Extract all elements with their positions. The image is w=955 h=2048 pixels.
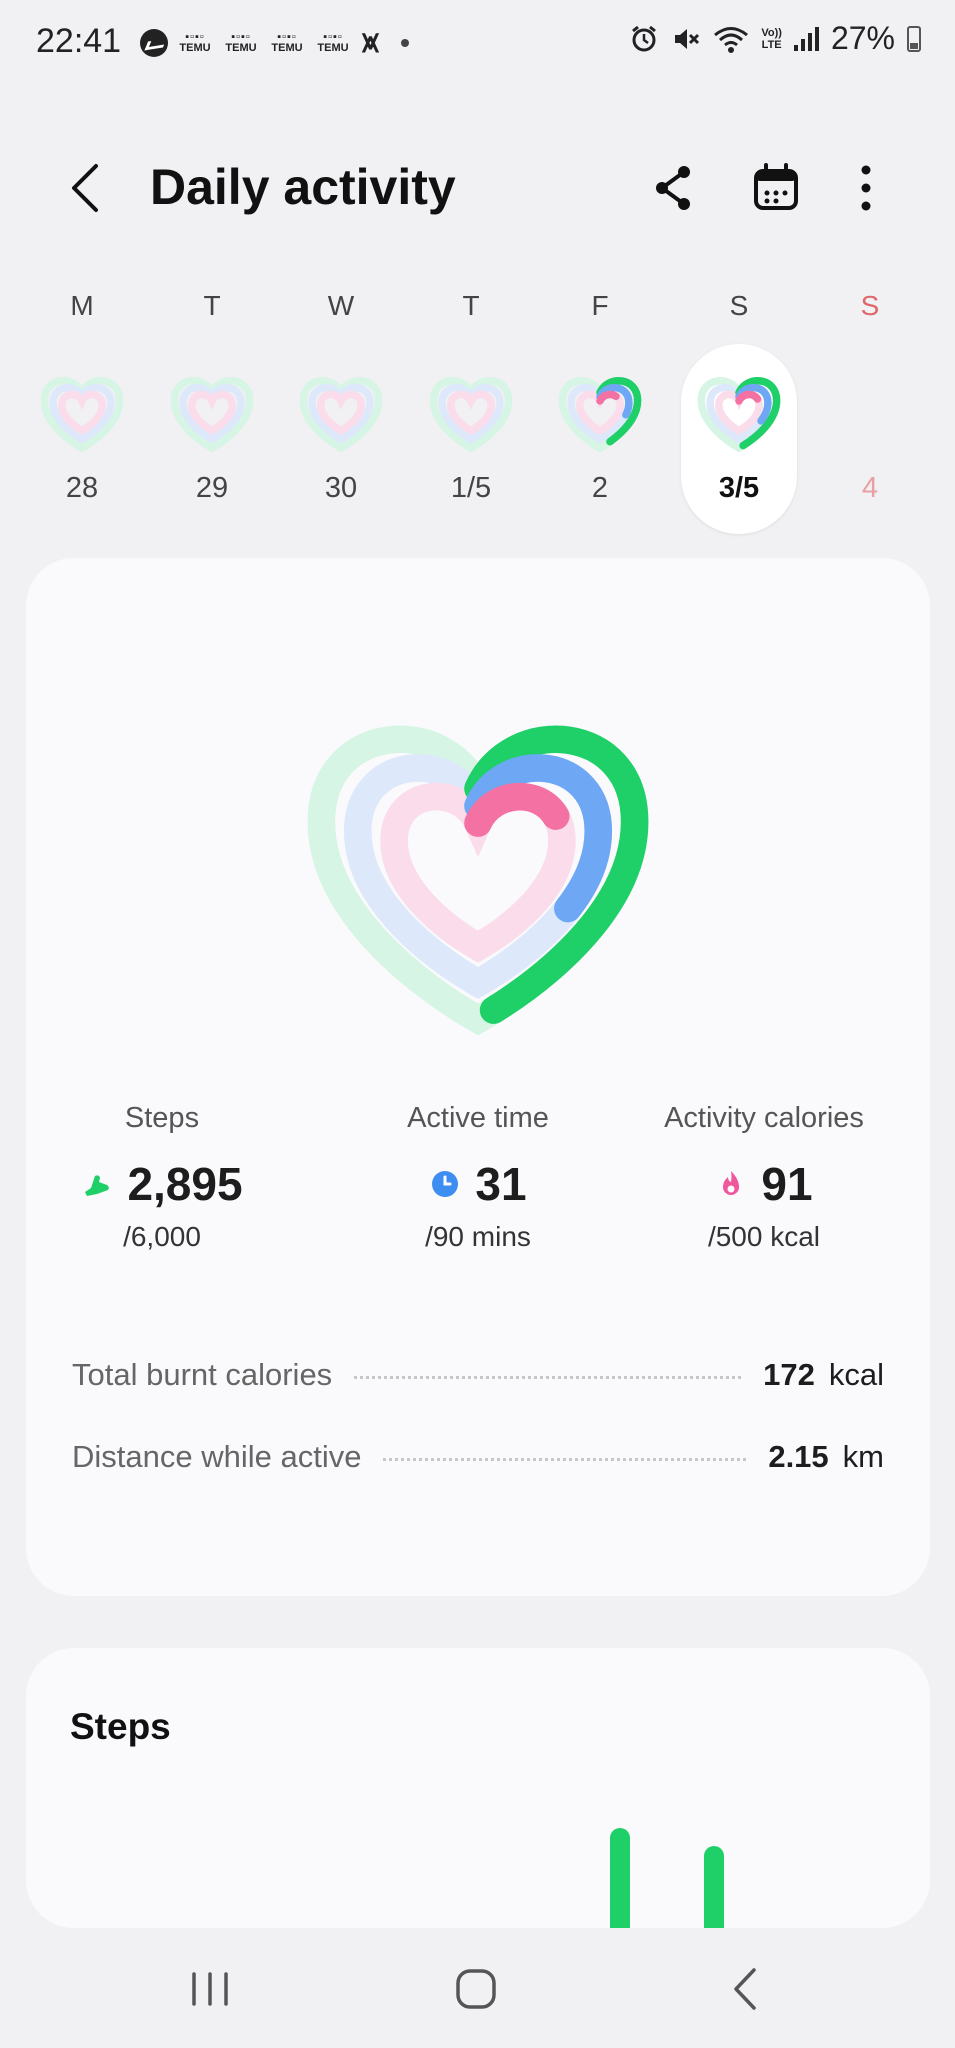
week-selector: M 28 T 29 W 30 T 1/5 F 2 S 3/5 S 4 bbox=[24, 282, 932, 542]
day-letter: T bbox=[203, 290, 221, 321]
day-thu[interactable]: T 1/5 bbox=[413, 282, 529, 534]
day-sun[interactable]: S 4 bbox=[812, 282, 928, 534]
activity-calories-label: Activity calories bbox=[664, 1102, 864, 1134]
distance-row: Distance while active 2.15 km bbox=[72, 1432, 884, 1482]
dotted-leader bbox=[383, 1457, 747, 1461]
app-header: Daily activity bbox=[0, 140, 955, 236]
total-burnt-calories-label: Total burnt calories bbox=[72, 1357, 333, 1392]
more-notifications-dot bbox=[400, 39, 409, 47]
temu-icon: ▪▫▪▫ TEMU bbox=[271, 31, 303, 54]
day-date: 3/5 bbox=[718, 472, 760, 504]
mute-icon bbox=[675, 28, 700, 49]
day-date: 4 bbox=[861, 472, 879, 504]
back-nav-icon[interactable] bbox=[716, 1964, 776, 2014]
active-time-goal: /90 mins bbox=[425, 1221, 531, 1252]
day-mon[interactable]: M 28 bbox=[24, 282, 140, 534]
steps-card-title: Steps bbox=[70, 1706, 171, 1747]
messenger-icon bbox=[140, 29, 168, 57]
mini-heart-icon bbox=[40, 377, 124, 452]
calendar-icon[interactable] bbox=[748, 160, 804, 216]
system-status-icons: Vo)) LTE 27% bbox=[629, 20, 921, 57]
battery-percent: 27% bbox=[830, 20, 895, 56]
steps-goal: /6,000 bbox=[123, 1221, 201, 1252]
active-time-value: 31 bbox=[475, 1158, 527, 1210]
dotted-leader bbox=[354, 1375, 742, 1379]
temu-icon: ▪▫▪▫ TEMU bbox=[317, 31, 349, 54]
page-title: Daily activity bbox=[150, 159, 456, 215]
day-letter: S bbox=[729, 290, 749, 321]
capcut-icon: ⩙ bbox=[362, 26, 379, 59]
activity-calories-value: 91 bbox=[761, 1158, 813, 1210]
steps-label: Steps bbox=[124, 1102, 200, 1134]
volte-icon: Vo)) LTE bbox=[761, 26, 782, 51]
total-burnt-calories-row: Total burnt calories 172 kcal bbox=[72, 1350, 884, 1400]
mini-heart-icon bbox=[299, 377, 383, 452]
steps-metric[interactable]: Steps 2,895 /6,000 bbox=[32, 1102, 292, 1253]
flame-icon bbox=[723, 1171, 740, 1195]
active-time-metric[interactable]: Active time 31 /90 mins bbox=[348, 1102, 608, 1253]
notification-icons: ▪▫▪▫ TEMU ▪▫▪▫ TEMU ▪▫▪▫ TEMU ▪▫▪▫ TEMU ⩙ bbox=[140, 26, 409, 60]
day-letter: F bbox=[591, 290, 609, 321]
status-time: 22:41 bbox=[36, 22, 122, 60]
steps-bar bbox=[610, 1828, 630, 1928]
day-letter: S bbox=[860, 290, 880, 321]
total-burnt-calories-unit: kcal bbox=[828, 1357, 884, 1392]
temu-icon: ▪▫▪▫ TEMU bbox=[225, 31, 257, 54]
activity-summary-card[interactable]: Steps 2,895 /6,000 Active time 31 /90 mi… bbox=[26, 558, 930, 1596]
daily-activity-screen: 22:41 ▪▫▪▫ TEMU ▪▫▪▫ TEMU ▪▫▪▫ TEMU ▪▫▪▫ TEM… bbox=[0, 0, 955, 2048]
day-fri[interactable]: F 2 bbox=[542, 282, 658, 534]
mini-heart-icon bbox=[558, 377, 642, 452]
day-letter: W bbox=[327, 290, 355, 321]
activity-calories-goal: /500 kcal bbox=[707, 1221, 821, 1252]
alarm-icon bbox=[632, 25, 657, 51]
distance-label: Distance while active bbox=[72, 1439, 362, 1474]
day-letter: T bbox=[462, 290, 480, 321]
steps-bar bbox=[704, 1846, 724, 1928]
active-time-label: Active time bbox=[407, 1102, 549, 1134]
temu-icon: ▪▫▪▫ TEMU bbox=[179, 31, 211, 54]
steps-value: 2,895 bbox=[127, 1158, 243, 1210]
day-date: 28 bbox=[65, 472, 99, 504]
day-date: 2 bbox=[591, 472, 609, 504]
day-sat-selected[interactable]: S 3/5 bbox=[681, 282, 797, 534]
day-wed[interactable]: W 30 bbox=[283, 282, 399, 534]
shoe-icon bbox=[85, 1175, 110, 1196]
total-burnt-calories-value: 172 bbox=[763, 1357, 815, 1392]
more-vert-icon[interactable] bbox=[838, 160, 894, 216]
steps-card[interactable]: Steps bbox=[26, 1648, 930, 1928]
mini-heart-icon bbox=[170, 377, 254, 452]
back-icon[interactable] bbox=[62, 160, 110, 216]
share-icon[interactable] bbox=[646, 160, 702, 216]
recent-apps-icon[interactable] bbox=[180, 1964, 240, 2014]
clock-icon bbox=[432, 1171, 459, 1197]
wifi-icon bbox=[714, 26, 749, 53]
day-date: 30 bbox=[324, 472, 358, 504]
activity-rings-heart bbox=[307, 725, 649, 1036]
day-date: 29 bbox=[195, 472, 229, 504]
distance-value: 2.15 bbox=[768, 1439, 829, 1474]
status-bar: 22:41 ▪▫▪▫ TEMU ▪▫▪▫ TEMU ▪▫▪▫ TEMU ▪▫▪▫ TEM… bbox=[0, 0, 955, 86]
mini-heart-icon bbox=[429, 377, 513, 452]
battery-icon bbox=[907, 25, 921, 52]
system-nav-bar bbox=[0, 1930, 955, 2048]
day-date: 1/5 bbox=[450, 472, 492, 504]
signal-icon bbox=[793, 26, 819, 51]
day-letter: M bbox=[70, 290, 94, 321]
home-icon[interactable] bbox=[446, 1964, 506, 2014]
mini-heart-icon bbox=[697, 377, 781, 452]
activity-calories-metric[interactable]: Activity calories 91 /500 kcal bbox=[634, 1102, 894, 1253]
distance-unit: km bbox=[842, 1439, 884, 1474]
day-tue[interactable]: T 29 bbox=[154, 282, 270, 534]
